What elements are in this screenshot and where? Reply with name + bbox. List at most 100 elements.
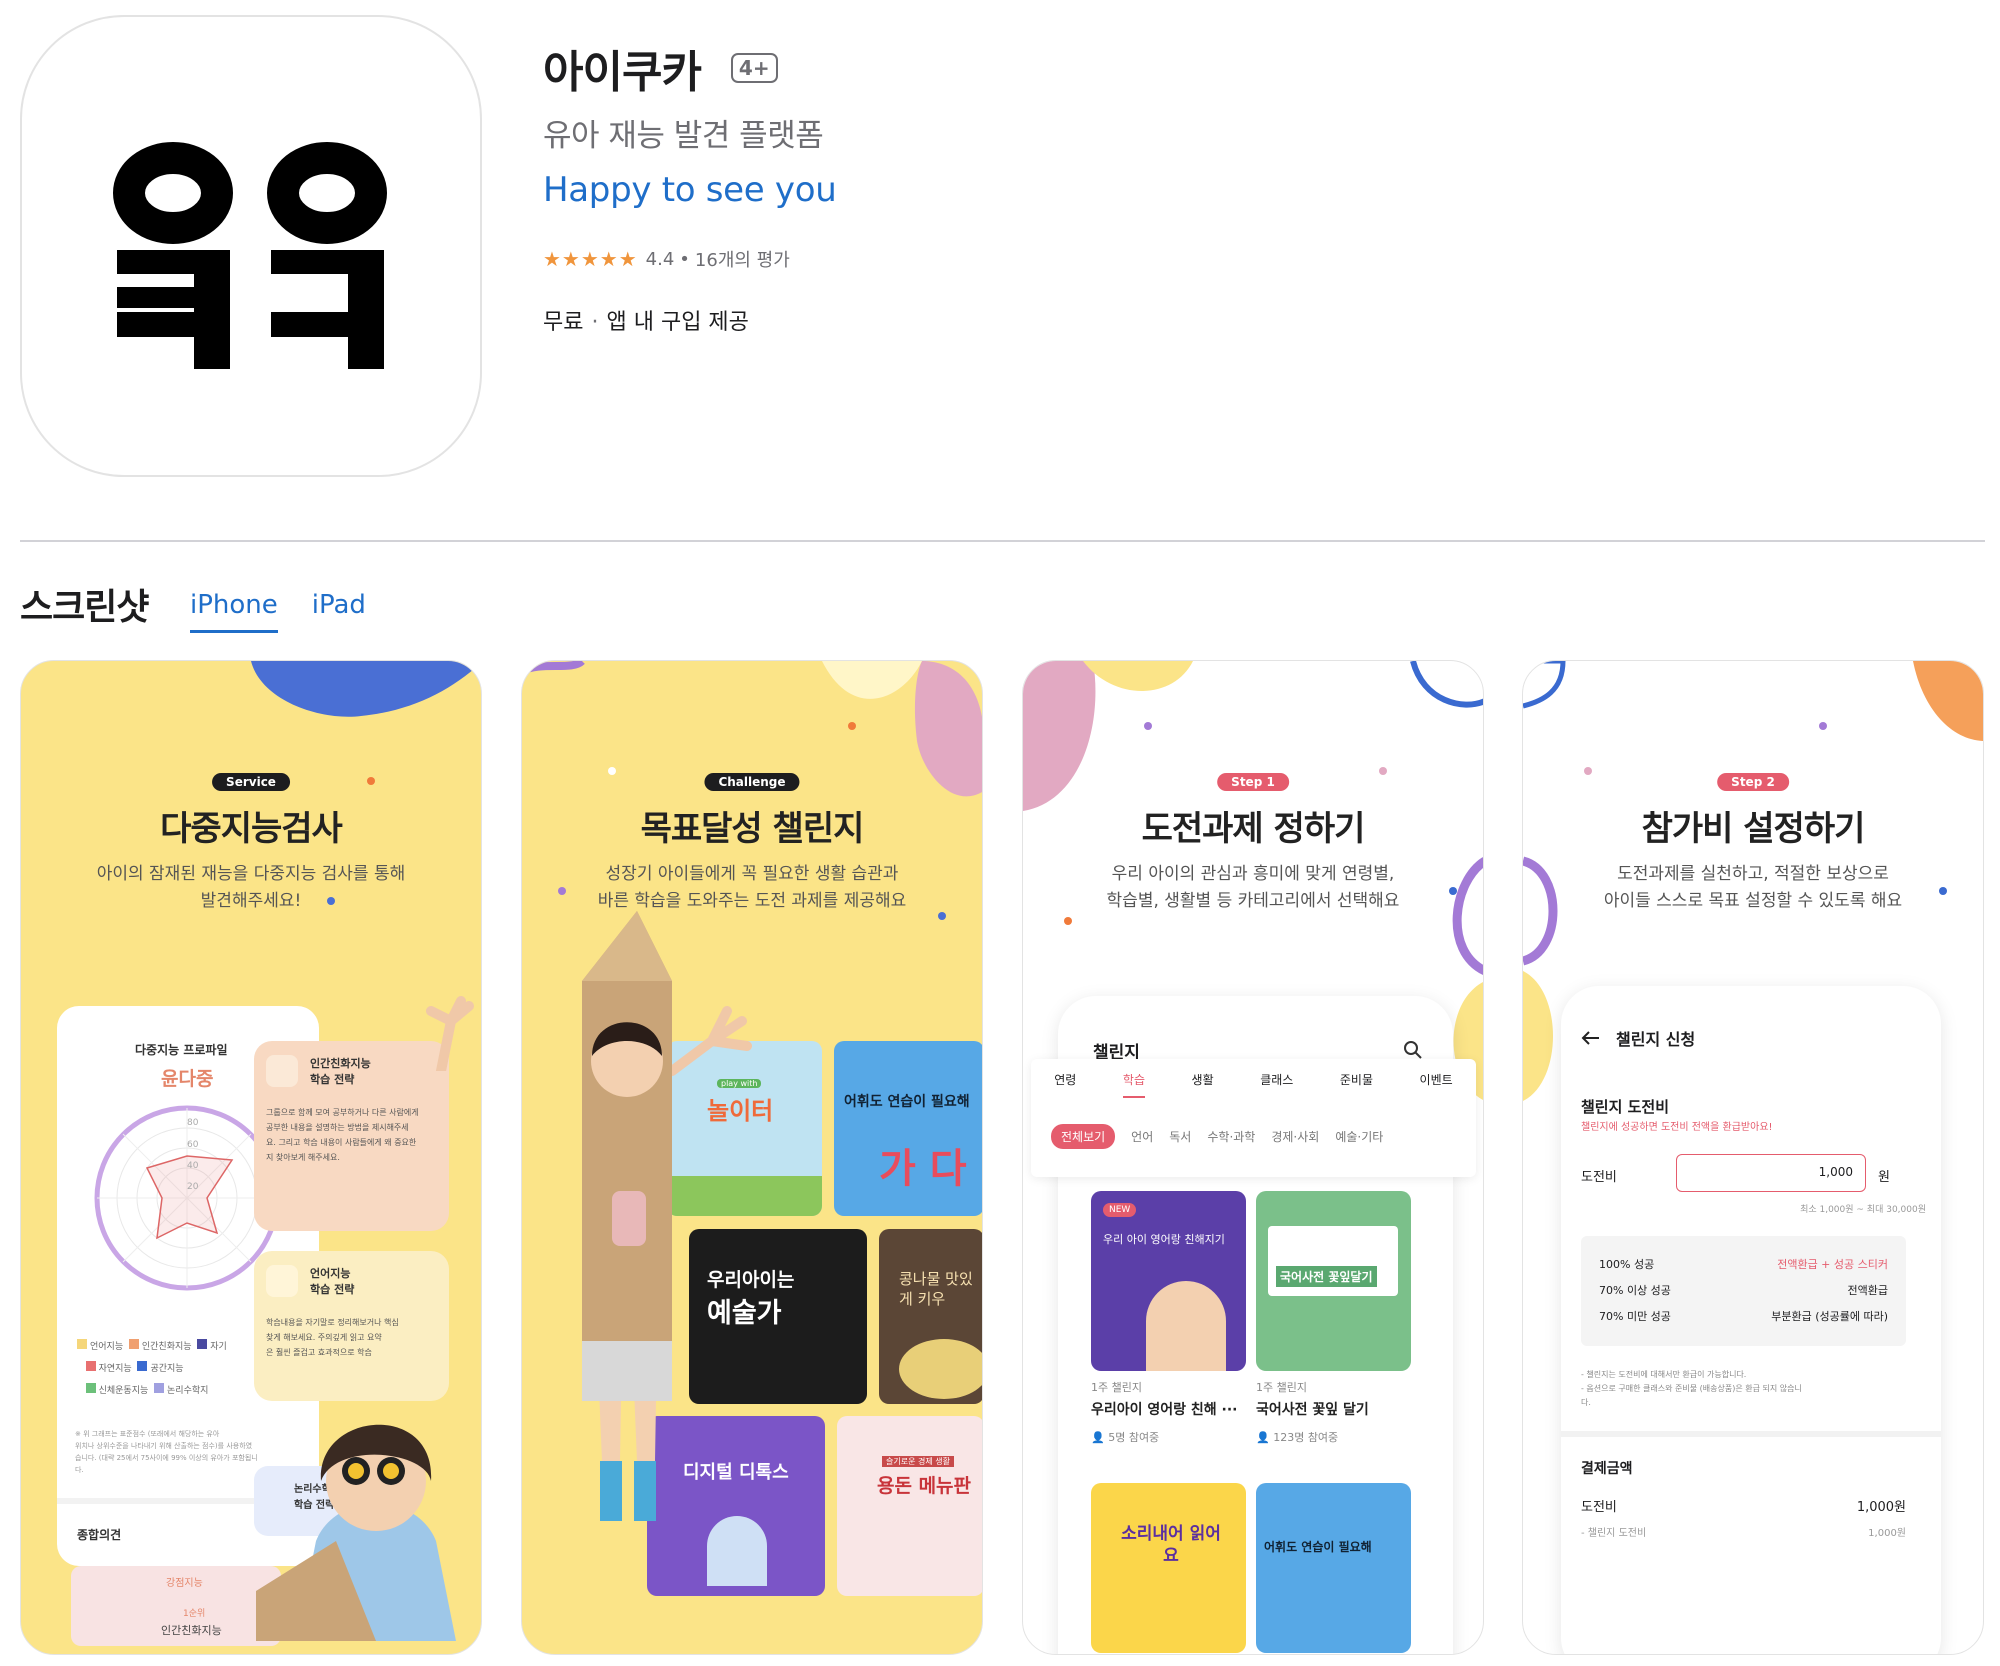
card-text: 우리 아이 영어랑 친해지기 [1103,1233,1225,1246]
desc-line: 학습별, 생활별 등 카테고리에서 선택해요 [1106,891,1400,911]
subcat-reading[interactable]: 독서 [1169,1128,1191,1145]
shot-description: 우리 아이의 관심과 흥미에 맞게 연령별, 학습별, 생활별 등 카테고리에서… [1043,861,1463,915]
developer-link[interactable]: Happy to see you [543,170,837,210]
screenshot-3[interactable]: Step 1 도전과제 정하기 우리 아이의 관심과 흥미에 맞게 연령별, 학… [1022,660,1484,1655]
card-participants: 👤 5명 참여중 [1091,1431,1160,1444]
rating-stars-icon: ★★★★★ [543,247,638,271]
rule-reward: 전액환급 [1847,1284,1888,1297]
chart-note: ※ 위 그래프는 표준점수 (또래에서 해당하는 유아 위치나 상위수준을 나타… [75,1430,258,1474]
tab-event[interactable]: 이벤트 [1420,1071,1453,1098]
card-subtitle: 학습 전략 [310,1073,355,1086]
card-participants: 👤 123명 참여중 [1256,1431,1339,1444]
tile-allowance-menu[interactable]: 슬기로운 경제 생활 용돈 메뉴판 [837,1416,982,1596]
desc-line: 아이들 스스로 목표 설정할 수 있도록 해요 [1603,891,1903,911]
tick-label: 20 [187,1182,199,1192]
subcat-language[interactable]: 언어 [1131,1128,1153,1145]
divider [1561,1431,1941,1437]
desc-line: 우리 아이의 관심과 흥미에 맞게 연령별, [1111,864,1395,884]
rule-reward: 부분환급 (성공률에 따라) [1771,1310,1888,1323]
payment-sub-label: - 챌린지 도전비 [1581,1528,1647,1539]
tile-glyph: 가 다 [879,1146,967,1192]
rule-row: 70% 이상 성공 [1599,1284,1671,1297]
screenshot-4[interactable]: Step 2 참가비 설정하기 도전과제를 실천하고, 적절한 보상으로 아이들… [1522,660,1984,1655]
tag-pill: Step 2 [1717,773,1789,791]
payment-sub-value: 1,000원 [1868,1528,1906,1539]
phone-mockup: 챌린지 신청 챌린지 도전비 챌린지에 성공하면 도전비 전액을 환급받아요! … [1561,986,1941,1654]
payment-title: 결제금액 [1581,1461,1633,1477]
strength-label: 강점지능 [166,1578,203,1589]
bear-icon [266,1055,298,1087]
tab-class[interactable]: 클래스 [1260,1071,1293,1098]
profile-name: 윤다중 [161,1068,214,1090]
tab-ipad[interactable]: iPad [312,590,366,633]
screen-title: 챌린지 신청 [1616,1030,1696,1049]
tile-bean-sprouts[interactable]: 콩나물 맛있게 키우 [879,1229,982,1404]
section-title: 챌린지 도전비 [1581,1098,1670,1116]
arrow-left-icon[interactable] [1581,1030,1601,1046]
card-meta: 1주 챌린지 [1091,1381,1142,1394]
raised-hand [672,1006,752,1076]
desc-line: 발견해주세요! [200,891,302,911]
fee-label: 도전비 [1581,1170,1617,1185]
card-subtitle: 학습 전략 [310,1283,355,1296]
challenge-card-dictionary[interactable]: 국어사전 꽃잎달기 [1256,1191,1411,1371]
rule-row: 100% 성공 [1599,1258,1655,1271]
tag-pill: Challenge [704,773,800,791]
child-photo [1146,1281,1226,1371]
price-row: 무료 · 앱 내 구입 제공 [543,310,749,335]
shot-title: 참가비 설정하기 [1641,809,1866,849]
legend-item: 언어지능 [77,1339,123,1352]
category-panel: 연령 학습 생활 클래스 준비물 이벤트 전체보기 언어 독서 수학·과학 경제… [1031,1059,1476,1177]
tab-study[interactable]: 학습 [1122,1071,1145,1098]
price: 무료 [543,310,584,335]
card-title: 인간친화지능 [310,1057,371,1070]
tag-pill: Step 1 [1217,773,1289,791]
tile-title: 용돈 메뉴판 [877,1475,972,1497]
search-icon[interactable] [1403,1040,1423,1060]
tile-vocab[interactable]: 어휘도 연습이 필요해 가 다 [834,1041,982,1216]
challenge-card-vocab[interactable]: 어휘도 연습이 필요해 [1256,1483,1411,1653]
rating-row: ★★★★★ 4.4 • 16개의 평가 [543,247,790,271]
waving-hand [426,996,474,1071]
subcat-all[interactable]: 전체보기 [1051,1124,1116,1149]
screenshot-2[interactable]: Challenge 목표달성 챌린지 성장기 아이들에게 꼭 필요한 생활 습관… [521,660,983,1655]
fee-value: 1,000 [1818,1165,1853,1179]
device-tabs: iPhone iPad [190,590,366,633]
tab-life[interactable]: 생활 [1192,1071,1214,1098]
app-title: 아이쿠카 [543,47,702,98]
divider [20,540,1985,542]
shot-description: 아이의 잠재된 재능을 다중지능 검사를 통해 발견해주세요! [41,861,461,915]
fee-input[interactable]: 1,000 [1676,1154,1866,1192]
child-rocket-photo [582,911,672,1521]
new-badge: NEW [1103,1203,1137,1217]
tick-label: 80 [187,1118,199,1128]
notice: - 챌린지는 도전비에 대해서만 환급이 가능합니다. - 옵션으로 구매한 클… [1581,1370,1802,1407]
rating-count: 16개의 평가 [694,250,790,271]
shot-title: 목표달성 챌린지 [640,809,865,849]
subcat-economy[interactable]: 경제·사회 [1271,1128,1319,1145]
rank-value: 인간친화지능 [161,1624,222,1637]
challenge-card-english[interactable]: NEW 우리 아이 영어랑 친해지기 [1091,1191,1246,1371]
profile-label: 다중지능 프로파일 [135,1043,228,1057]
screenshot-1[interactable]: Service 다중지능검사 아이의 잠재된 재능을 다중지능 검사를 통해 발… [20,660,482,1655]
app-icon [20,15,482,477]
category-tabs: 연령 학습 생활 클래스 준비물 이벤트 [1031,1071,1476,1098]
payment-value: 1,000원 [1856,1500,1906,1515]
subcategory-row: 전체보기 언어 독서 수학·과학 경제·사회 예술·기타 [1051,1124,1383,1149]
tick-label: 40 [187,1161,199,1171]
challenge-card-read-aloud[interactable]: 소리내어 읽어요 [1091,1483,1246,1653]
app-title-row: 아이쿠카 4+ [543,38,778,98]
subcat-arts[interactable]: 예술·기타 [1335,1128,1383,1145]
subcat-math-science[interactable]: 수학·과학 [1207,1128,1255,1145]
tab-supplies[interactable]: 준비물 [1340,1071,1373,1098]
child-photo [256,1424,456,1641]
person-icon: 👤 [1091,1431,1105,1444]
card-body: 그룹으로 함께 모여 공부하거나 다른 사람에게 공부한 내용을 설명하는 방법… [266,1108,419,1162]
card-text: 국어사전 꽃잎달기 [1276,1266,1377,1287]
tab-age[interactable]: 연령 [1054,1071,1076,1098]
tile-title: 콩나물 맛있게 키우 [899,1270,973,1308]
shot-title: 도전과제 정하기 [1141,809,1366,849]
rule-reward: 전액환급 + 성공 스티커 [1777,1258,1888,1271]
tab-iphone[interactable]: iPhone [190,590,278,633]
book-icon [266,1265,298,1297]
